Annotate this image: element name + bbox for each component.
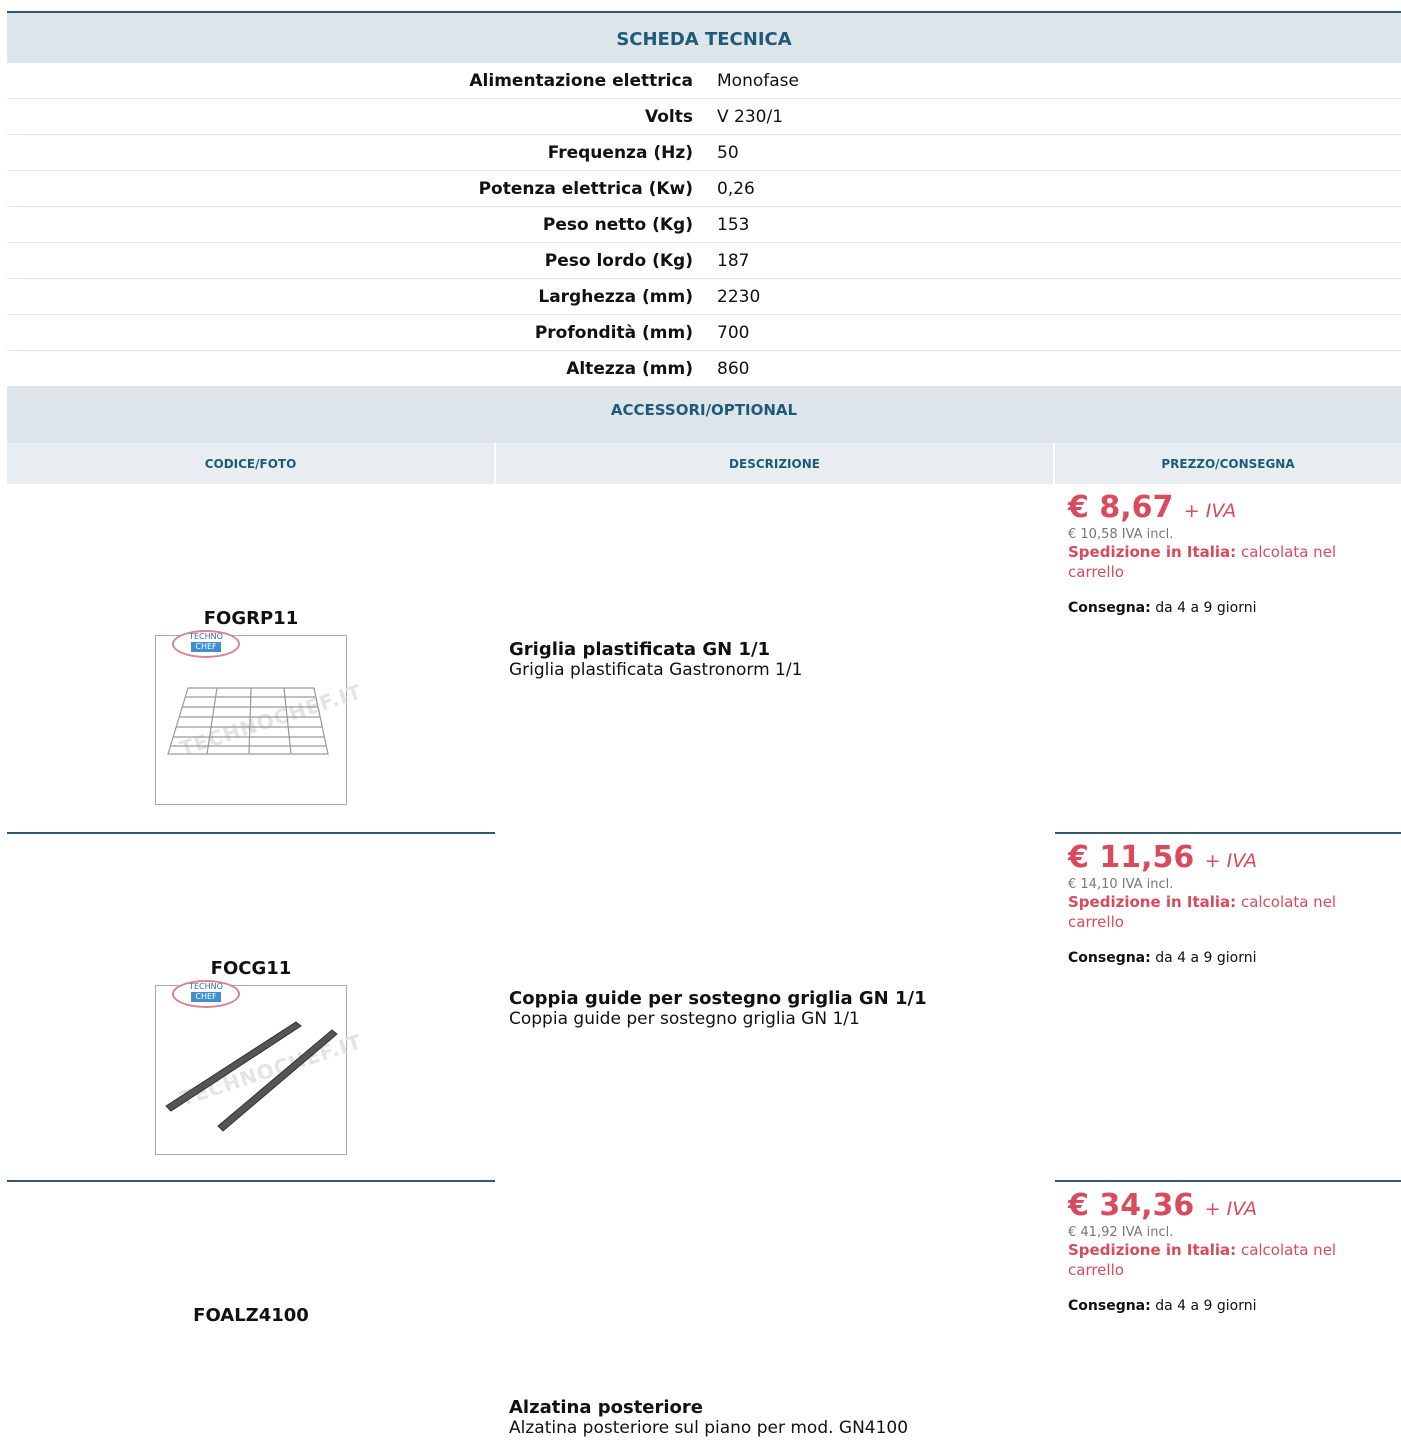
spec-row: Altezza (mm) 860 xyxy=(7,350,1401,387)
price-net: € 8,67 + IVA xyxy=(1068,490,1388,525)
header-code: CODICE/FOTO xyxy=(7,443,494,484)
price-iva-suffix: + IVA xyxy=(1183,500,1237,522)
accessory-row: FOALZ4100 Alzatina posteriore Alzatina p… xyxy=(7,1180,1401,1440)
spec-row: Potenza elettrica (Kw) 0,26 xyxy=(7,170,1401,207)
spec-value: 153 xyxy=(706,206,1401,243)
header-price: PREZZO/CONSEGNA xyxy=(1055,443,1401,484)
product-code[interactable]: FOGRP11 xyxy=(7,608,495,629)
product-title[interactable]: Alzatina posteriore xyxy=(509,1397,1049,1418)
price-incl-vat: € 14,10 IVA incl. xyxy=(1068,877,1174,892)
price-incl-vat: € 10,58 IVA incl. xyxy=(1068,527,1174,542)
code-cell: FOCG11 TECHNO CHEF TECHNOCHEF.IT xyxy=(7,958,495,1155)
product-page: SCHEDA TECNICA Alimentazione elettrica Mo… xyxy=(7,11,1401,1440)
spec-label: Alimentazione elettrica xyxy=(7,63,706,99)
price-net: € 34,36 + IVA xyxy=(1068,1188,1388,1223)
product-code[interactable]: FOCG11 xyxy=(7,958,495,979)
spec-section-title: SCHEDA TECNICA xyxy=(7,13,1401,63)
row-divider xyxy=(7,832,495,834)
spec-value: Monofase xyxy=(706,63,1401,99)
spec-row: Volts V 230/1 xyxy=(7,98,1401,135)
spec-row: Peso lordo (Kg) 187 xyxy=(7,242,1401,279)
price-incl-vat: € 41,92 IVA incl. xyxy=(1068,1225,1174,1240)
delivery-info: Consegna: da 4 a 9 giorni xyxy=(1068,600,1388,616)
shipping-label: Spedizione in Italia: xyxy=(1068,543,1237,561)
price-iva-suffix: + IVA xyxy=(1204,1198,1257,1220)
price-cell: € 34,36 + IVA € 41,92 IVA incl. Spedizio… xyxy=(1068,1188,1388,1314)
price-cell: € 8,67 + IVA € 10,58 IVA incl. Spedizion… xyxy=(1068,490,1388,616)
description-cell: Alzatina posteriore Alzatina posteriore … xyxy=(509,1397,1049,1438)
guide-rails-image xyxy=(165,1021,338,1132)
price-value: € 34,36 xyxy=(1068,1188,1195,1223)
product-description: Coppia guide per sostegno griglia GN 1/1 xyxy=(509,1009,860,1029)
spec-label: Peso lordo (Kg) xyxy=(7,242,706,279)
accessories-section-title: ACCESSORI/OPTIONAL xyxy=(7,387,1401,443)
price-net: € 11,56 + IVA xyxy=(1068,840,1388,875)
spec-label: Larghezza (mm) xyxy=(7,278,706,315)
delivery-info: Consegna: da 4 a 9 giorni xyxy=(1068,950,1388,966)
delivery-label: Consegna: xyxy=(1068,1298,1151,1314)
spec-table: Alimentazione elettrica Monofase Volts V 2… xyxy=(7,63,1401,387)
spec-label: Profondità (mm) xyxy=(7,314,706,351)
spec-value: V 230/1 xyxy=(706,98,1401,135)
product-thumbnail[interactable]: TECHNO CHEF TECHNOCHEF.IT xyxy=(155,980,365,1155)
row-divider xyxy=(1055,1180,1401,1182)
description-cell: Griglia plastificata GN 1/1 Griglia plas… xyxy=(509,639,1049,680)
shipping-label: Spedizione in Italia: xyxy=(1068,893,1237,911)
product-code[interactable]: FOALZ4100 xyxy=(7,1305,495,1326)
spec-row: Profondità (mm) 700 xyxy=(7,314,1401,351)
spec-value: 700 xyxy=(706,314,1401,351)
product-thumbnail[interactable]: TECHNO CHEF TECHNOCHEF.IT xyxy=(155,630,365,805)
product-description: Griglia plastificata Gastronorm 1/1 xyxy=(509,660,803,680)
price-value: € 11,56 xyxy=(1068,840,1195,875)
shipping-info: Spedizione in Italia: calcolata nel carr… xyxy=(1068,892,1388,932)
accessory-row: FOGRP11 TECHNO CHEF TECHNOCHEF.IT Grigli… xyxy=(7,484,1401,832)
product-title[interactable]: Griglia plastificata GN 1/1 xyxy=(509,639,1049,660)
code-cell: FOGRP11 TECHNO CHEF TECHNOCHEF.IT xyxy=(7,608,495,805)
row-divider xyxy=(7,1180,495,1182)
spec-row: Alimentazione elettrica Monofase xyxy=(7,63,1401,99)
row-divider xyxy=(1055,832,1401,834)
accessories-header-row: CODICE/FOTO DESCRIZIONE PREZZO/CONSEGNA xyxy=(7,443,1401,484)
code-cell: FOALZ4100 xyxy=(7,1305,495,1326)
delivery-label: Consegna: xyxy=(1068,600,1151,616)
product-description: Alzatina posteriore sul piano per mod. G… xyxy=(509,1418,909,1438)
delivery-text: da 4 a 9 giorni xyxy=(1155,1298,1257,1314)
spec-row: Frequenza (Hz) 50 xyxy=(7,134,1401,171)
shipping-info: Spedizione in Italia: calcolata nel carr… xyxy=(1068,542,1388,582)
spec-value: 0,26 xyxy=(706,170,1401,207)
accessory-row: FOCG11 TECHNO CHEF TECHNOCHEF.IT Coppia … xyxy=(7,832,1401,1180)
shipping-label: Spedizione in Italia: xyxy=(1068,1241,1237,1259)
spec-value: 50 xyxy=(706,134,1401,171)
header-description: DESCRIZIONE xyxy=(496,443,1053,484)
grid-shelf-image xyxy=(167,687,329,755)
spec-row: Larghezza (mm) 2230 xyxy=(7,278,1401,315)
spec-row: Peso netto (Kg) 153 xyxy=(7,206,1401,243)
spec-label: Potenza elettrica (Kw) xyxy=(7,170,706,207)
spec-label: Peso netto (Kg) xyxy=(7,206,706,243)
price-cell: € 11,56 + IVA € 14,10 IVA incl. Spedizio… xyxy=(1068,840,1388,966)
delivery-info: Consegna: da 4 a 9 giorni xyxy=(1068,1298,1388,1314)
product-title[interactable]: Coppia guide per sostegno griglia GN 1/1 xyxy=(509,988,1049,1009)
delivery-text: da 4 a 9 giorni xyxy=(1155,600,1257,616)
spec-value: 860 xyxy=(706,350,1401,387)
spec-label: Altezza (mm) xyxy=(7,350,706,387)
shipping-info: Spedizione in Italia: calcolata nel carr… xyxy=(1068,1240,1388,1280)
spec-value: 2230 xyxy=(706,278,1401,315)
spec-label: Frequenza (Hz) xyxy=(7,134,706,171)
price-value: € 8,67 xyxy=(1068,490,1174,525)
price-iva-suffix: + IVA xyxy=(1204,850,1257,872)
spec-label: Volts xyxy=(7,98,706,135)
delivery-label: Consegna: xyxy=(1068,950,1151,966)
description-cell: Coppia guide per sostegno griglia GN 1/1… xyxy=(509,988,1049,1029)
delivery-text: da 4 a 9 giorni xyxy=(1155,950,1257,966)
spec-value: 187 xyxy=(706,242,1401,279)
